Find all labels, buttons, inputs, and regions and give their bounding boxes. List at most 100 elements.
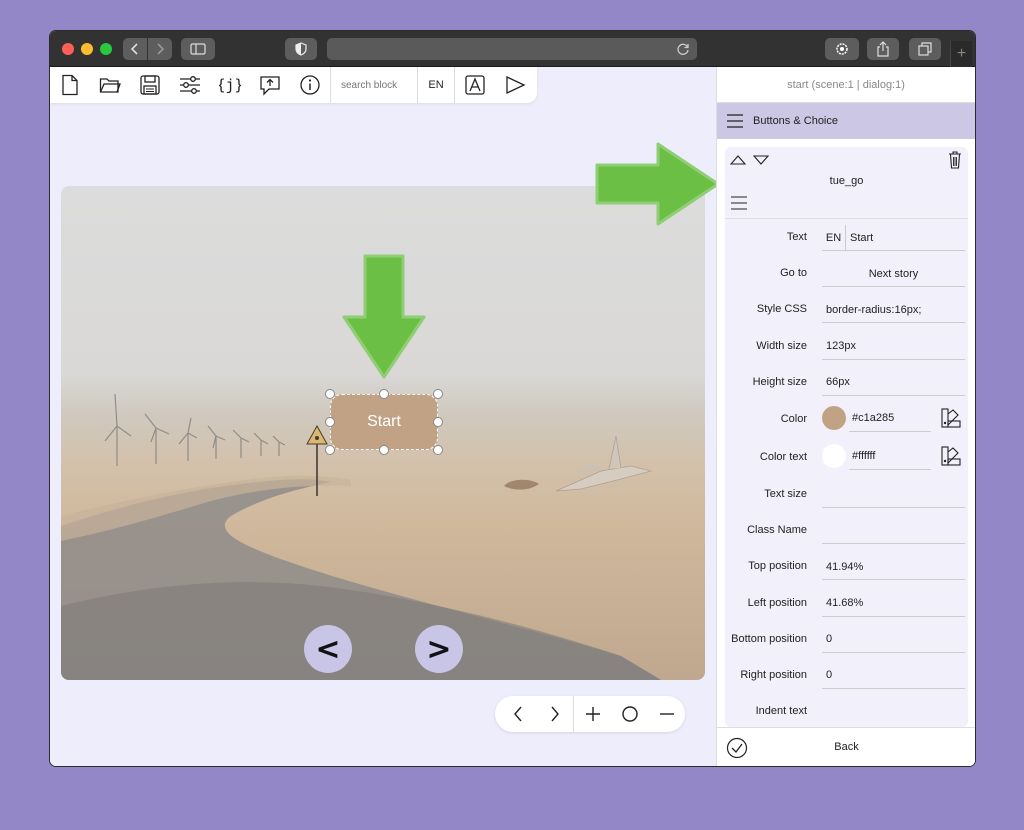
prop-bottom-position: Bottom position 0 <box>725 621 968 657</box>
trash-icon[interactable] <box>948 151 962 169</box>
hamburger-icon[interactable] <box>731 196 747 210</box>
previous-button[interactable]: < <box>304 625 352 673</box>
extension-button[interactable] <box>825 38 859 60</box>
move-up-icon[interactable] <box>730 155 746 165</box>
prop-label: Width size <box>756 339 807 352</box>
section-header[interactable]: Buttons & Choice <box>717 103 975 139</box>
sidebar-toggle-button[interactable] <box>181 38 215 60</box>
plus-icon <box>585 707 600 721</box>
bottom-position-field[interactable]: 0 <box>822 627 965 653</box>
palette-icon[interactable] <box>941 446 961 466</box>
zoom-in-button[interactable] <box>574 696 611 732</box>
top-position-field[interactable]: 41.94% <box>822 554 965 581</box>
prop-left-position: Left position 41.68% <box>725 585 968 621</box>
save-button[interactable] <box>130 67 170 103</box>
left-position-field[interactable]: 41.68% <box>822 591 965 617</box>
share-button[interactable] <box>867 38 899 60</box>
new-file-button[interactable] <box>50 67 90 103</box>
width-field[interactable]: 123px <box>822 334 965 360</box>
browser-back-button[interactable] <box>123 38 147 60</box>
prop-height: Height size 66px <box>725 364 968 400</box>
circle-icon <box>621 706 638 722</box>
language-button[interactable]: EN <box>418 67 454 103</box>
block-header: tue_go <box>725 147 968 219</box>
palette-icon[interactable] <box>941 408 961 428</box>
color-swatch[interactable] <box>822 405 846 430</box>
step-back-button[interactable] <box>499 696 536 732</box>
resize-handle[interactable] <box>325 417 335 427</box>
play-icon <box>506 75 526 95</box>
open-folder-button[interactable] <box>90 67 130 103</box>
address-bar[interactable] <box>327 38 697 60</box>
app-content: {j} EN <box>50 67 975 766</box>
new-tab-button[interactable]: + <box>950 41 972 67</box>
play-button[interactable] <box>495 67 535 103</box>
reload-icon[interactable] <box>675 41 691 57</box>
privacy-shield-button[interactable] <box>285 38 317 60</box>
height-field[interactable]: 66px <box>822 370 965 396</box>
prop-goto: Go to Next story <box>725 255 968 291</box>
browser-window: + {j} <box>50 31 975 766</box>
prop-label: Class Name <box>747 524 807 537</box>
prop-label: Text <box>786 231 807 244</box>
search-block-input[interactable] <box>331 67 417 103</box>
panel-title: start (scene:1 | dialog:1) <box>717 67 975 103</box>
file-icon <box>62 74 78 96</box>
green-arrow-right-icon <box>595 142 720 226</box>
tabs-overview-button[interactable] <box>909 38 941 60</box>
minimize-window-button[interactable] <box>81 43 93 55</box>
close-window-button[interactable] <box>62 43 74 55</box>
style-css-field[interactable]: border-radius:16px; <box>822 297 965 324</box>
class-name-field[interactable] <box>822 518 965 545</box>
resize-handle[interactable] <box>325 389 335 399</box>
color-field[interactable]: #c1a285 <box>849 406 931 432</box>
settings-button[interactable] <box>170 67 210 103</box>
prop-right-position: Right position 0 <box>725 657 968 693</box>
prop-label: Color text <box>759 450 807 463</box>
next-button[interactable]: > <box>415 625 463 673</box>
color-text-field[interactable]: #ffffff <box>849 444 931 470</box>
text-size-field[interactable] <box>822 482 965 508</box>
goto-select[interactable]: Next story <box>822 261 965 288</box>
panel-footer: Back <box>717 727 975 766</box>
prop-label: Text size <box>764 488 807 501</box>
text-value: Start <box>850 231 874 244</box>
folder-icon <box>99 78 121 93</box>
stage-controls <box>495 696 685 732</box>
editor-toolbar: {j} EN <box>50 67 537 103</box>
chevron-right-icon <box>157 43 165 55</box>
text-tool-button[interactable] <box>455 67 495 103</box>
reset-zoom-button[interactable] <box>611 696 648 732</box>
text-field[interactable]: EN Start <box>822 224 965 251</box>
prop-label: Right position <box>740 668 807 681</box>
resize-handle[interactable] <box>379 389 389 399</box>
start-choice-button[interactable]: Start <box>330 394 438 450</box>
browser-forward-button[interactable] <box>148 38 172 60</box>
info-button[interactable] <box>290 67 330 103</box>
color-text-swatch[interactable] <box>822 443 846 468</box>
publish-button[interactable] <box>250 67 290 103</box>
resize-handle[interactable] <box>433 417 443 427</box>
resize-handle[interactable] <box>433 389 443 399</box>
maximize-window-button[interactable] <box>100 43 112 55</box>
right-position-field[interactable]: 0 <box>822 663 965 689</box>
resize-handle[interactable] <box>433 445 443 455</box>
move-down-icon[interactable] <box>753 155 769 165</box>
back-button[interactable]: Back <box>717 741 975 753</box>
properties-panel: start (scene:1 | dialog:1) Buttons & Cho… <box>716 67 975 766</box>
prop-label: Color <box>780 412 807 425</box>
save-icon <box>140 75 160 95</box>
chevron-left-icon <box>130 43 138 55</box>
prop-text: Text EN Start <box>725 219 968 255</box>
prop-color: Color #c1a285 <box>725 400 968 438</box>
text-language-tag[interactable]: EN <box>822 224 846 251</box>
shield-icon <box>295 42 307 56</box>
resize-handle[interactable] <box>379 445 389 455</box>
zoom-out-button[interactable] <box>648 696 685 732</box>
prop-label: Go to <box>780 267 807 280</box>
json-button[interactable]: {j} <box>210 67 250 103</box>
step-forward-button[interactable] <box>536 696 573 732</box>
resize-handle[interactable] <box>325 445 335 455</box>
svg-text:{j}: {j} <box>219 76 241 94</box>
prop-label: Height size <box>752 375 807 388</box>
